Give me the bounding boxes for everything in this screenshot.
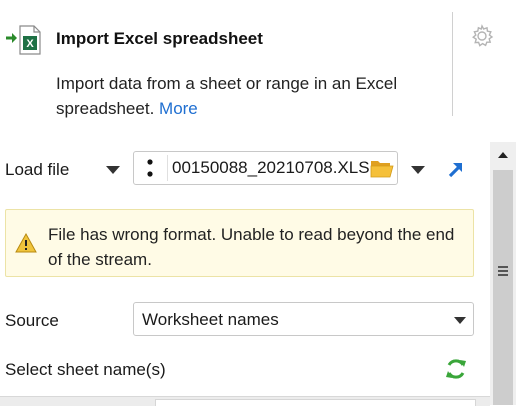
arrow-up-right-icon[interactable]: [446, 159, 466, 179]
field-divider: [167, 155, 168, 181]
warning-text: File has wrong format. Unable to read be…: [48, 225, 455, 269]
warning-banner: File has wrong format. Unable to read be…: [5, 209, 474, 277]
scrollbar-thumb[interactable]: [493, 170, 513, 405]
file-path-field[interactable]: 00150088_20210708.XLS: [133, 151, 398, 185]
gear-icon[interactable]: [470, 24, 494, 48]
scroll-up-button[interactable]: [490, 142, 516, 168]
load-file-mode-dropdown[interactable]: [106, 166, 120, 174]
warning-icon: [15, 232, 37, 253]
page-title: Import Excel spreadsheet: [56, 29, 263, 48]
divider: [452, 12, 453, 116]
description-text: Import data from a sheet or range in an …: [56, 74, 398, 118]
load-file-label: Load file: [5, 160, 70, 179]
source-select[interactable]: Worksheet names: [133, 302, 474, 336]
select-sheet-label: Select sheet name(s): [5, 360, 166, 379]
more-link[interactable]: More: [159, 99, 198, 118]
folder-icon[interactable]: [370, 158, 394, 178]
import-excel-icon: X: [4, 22, 42, 56]
file-history-dropdown[interactable]: [411, 166, 425, 174]
grip-icon: [498, 264, 508, 278]
file-path-value: 00150088_20210708.XLS: [172, 158, 370, 177]
description: Import data from a sheet or range in an …: [56, 71, 436, 121]
refresh-icon[interactable]: [444, 357, 468, 381]
options-handle-icon[interactable]: [134, 152, 166, 184]
chevron-down-icon: [454, 317, 466, 324]
source-selected-value: Worksheet names: [142, 310, 279, 329]
svg-text:X: X: [26, 38, 34, 50]
source-label: Source: [5, 311, 59, 330]
